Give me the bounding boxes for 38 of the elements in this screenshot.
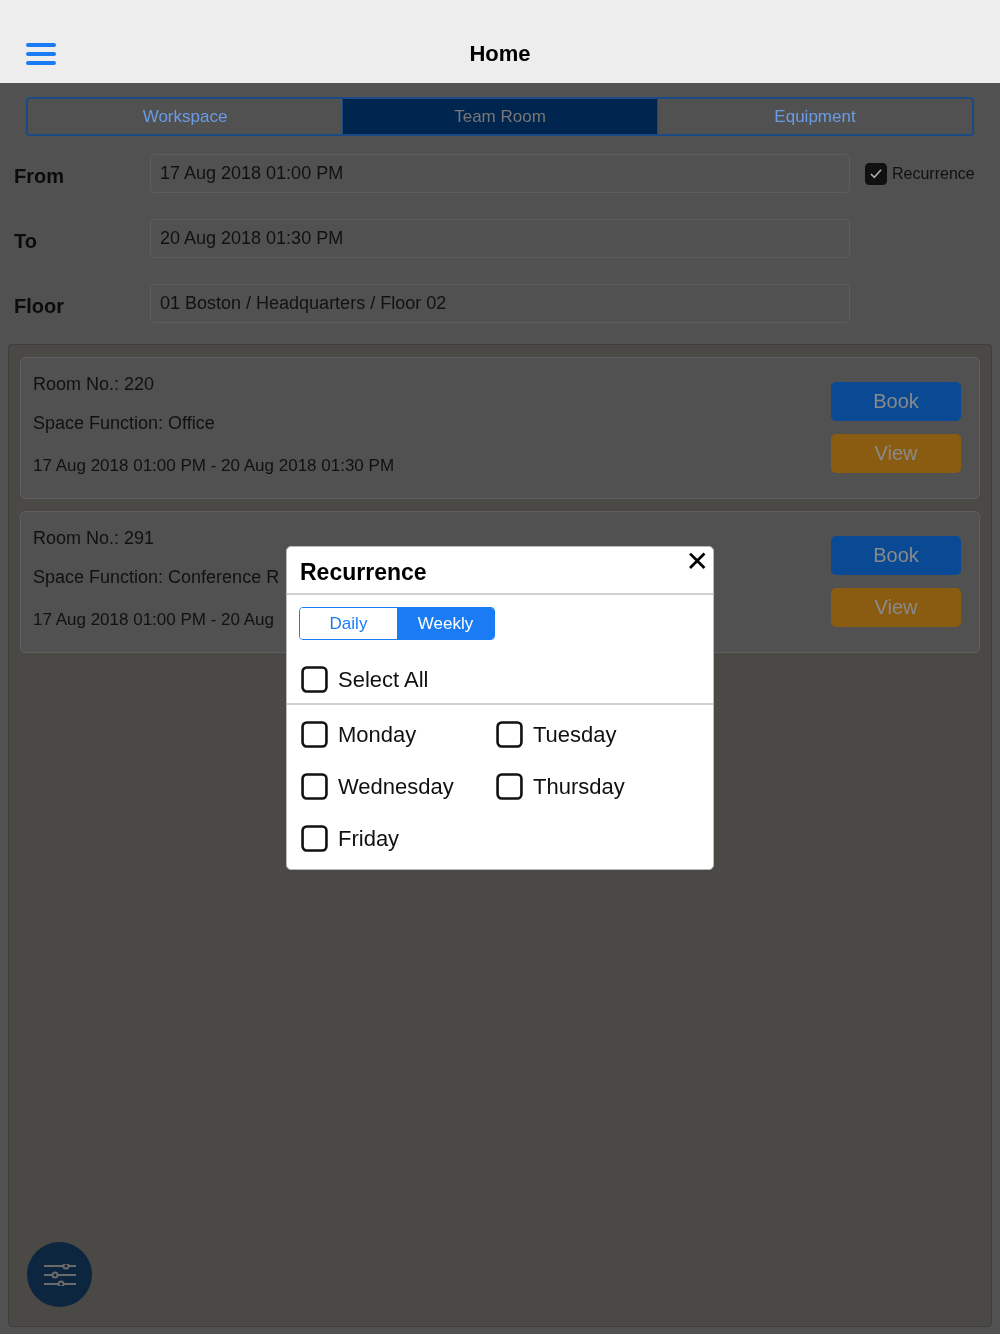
checkbox-label: Recurrence (892, 164, 975, 183)
space-function: Space Function: Office (33, 413, 216, 434)
space-function: Space Function: Conference R (33, 567, 280, 588)
page-title: Home (469, 41, 531, 67)
field-label: From (13, 165, 65, 188)
checkbox[interactable] (301, 666, 328, 693)
close-button[interactable]: ✕ (685, 547, 709, 577)
tab[interactable]: Workspace (28, 99, 343, 134)
checkbox[interactable] (496, 721, 523, 748)
room-number: Room No.: 220 (33, 374, 156, 395)
checkbox-label: Monday (338, 721, 417, 748)
view-button[interactable]: View (831, 588, 961, 627)
checkbox[interactable] (496, 773, 523, 800)
checkbox-label: Wednesday (338, 773, 454, 800)
sliders-icon (43, 1263, 76, 1286)
input-field[interactable]: 17 Aug 2018 01:00 PM (150, 154, 850, 193)
checkbox[interactable] (301, 825, 328, 852)
room-number: Room No.: 291 (33, 528, 156, 549)
checkbox[interactable] (865, 162, 887, 185)
checkbox-label: Thursday (533, 773, 625, 800)
checkbox-label: Tuesday (533, 721, 617, 748)
checkbox-label: Select All (338, 666, 429, 693)
booking-period: 17 Aug 2018 01:00 PM - 20 Aug (33, 610, 276, 630)
dialog-title: Recurrence (300, 558, 427, 586)
input-field[interactable]: 20 Aug 2018 01:30 PM (150, 219, 850, 258)
booking-period: 17 Aug 2018 01:00 PM - 20 Aug 2018 01:30 PM (33, 456, 395, 476)
checkbox[interactable] (301, 773, 328, 800)
view-button[interactable]: View (831, 434, 961, 473)
field-label: To (13, 230, 38, 253)
checkbox[interactable] (301, 721, 328, 748)
book-button[interactable]: Book (831, 536, 961, 575)
segment-tab[interactable]: Weekly (397, 608, 494, 639)
tab[interactable]: Team Room (343, 99, 658, 134)
menu-icon[interactable] (26, 43, 56, 65)
input-field[interactable]: 01 Boston / Headquarters / Floor 02 (150, 284, 850, 323)
book-button[interactable]: Book (831, 382, 961, 421)
checkbox-label: Friday (338, 825, 400, 852)
field-label: Floor (13, 295, 65, 318)
